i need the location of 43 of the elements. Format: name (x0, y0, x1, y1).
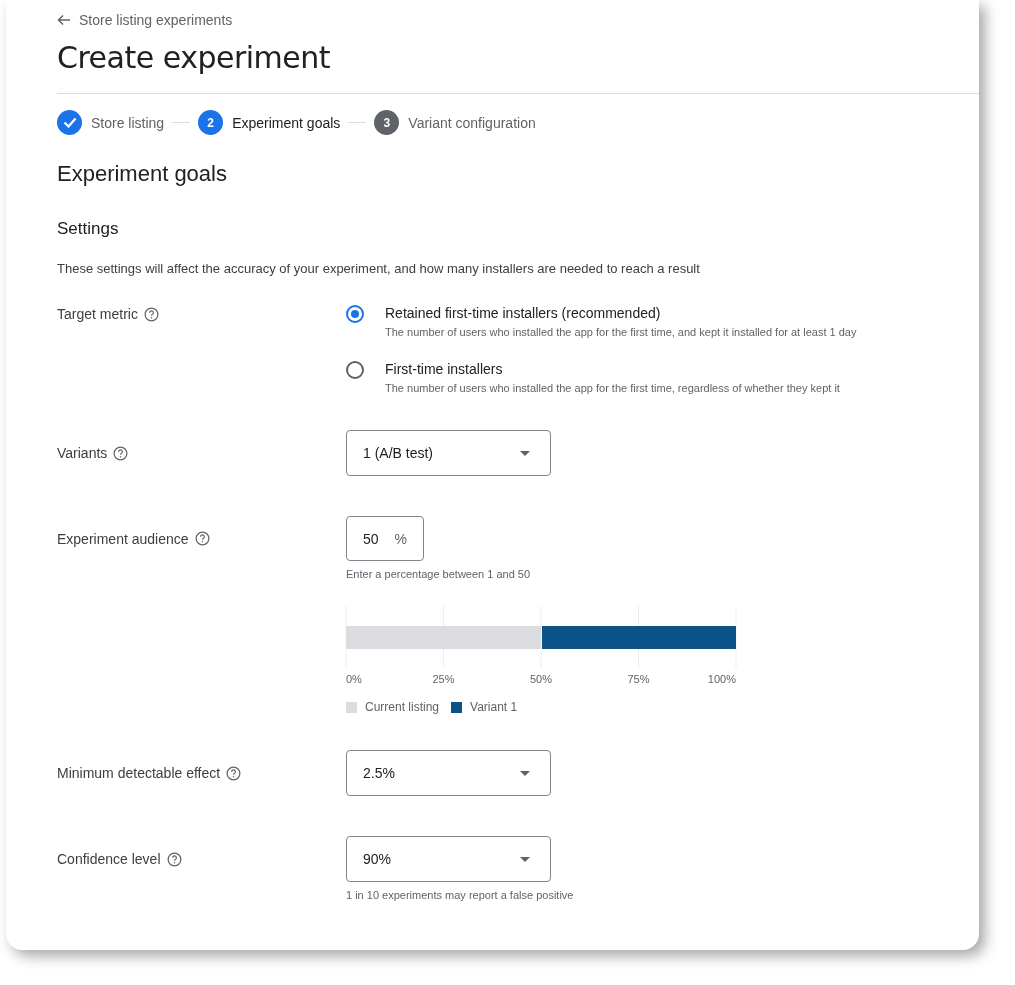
description: These settings will affect the accuracy of your experiment, and how many installers are needed to reach a result (57, 261, 701, 276)
dropdown[interactable]: 2.5% (346, 750, 551, 796)
step-label: Variant configuration (408, 114, 536, 131)
field-label: Target metric (57, 306, 138, 322)
field-label: Minimum detectable effect (57, 765, 221, 781)
section-title: Experiment goals (57, 161, 228, 187)
field-label: Experiment audience (57, 530, 189, 547)
caret-icon (520, 856, 530, 862)
step-number: 2 (198, 110, 224, 135)
step-label: Experiment goals (232, 114, 341, 131)
caret-icon (520, 450, 530, 456)
axis-tick-label: 100% (707, 673, 736, 685)
dropdown[interactable]: 1 (A/B test) (346, 430, 551, 476)
field-label: Confidence level (57, 851, 161, 867)
back-arrow-icon (57, 14, 71, 26)
helper-text: 1 in 10 experiments may report a false positive (346, 889, 575, 901)
back-link[interactable]: Store listing experiments (57, 12, 233, 28)
axis-tick-label: 75% (627, 673, 650, 685)
help-icon[interactable] (113, 445, 129, 461)
help-icon[interactable] (226, 765, 242, 781)
subsection-title: Settings (57, 219, 120, 239)
legend-label: Current listing (365, 700, 440, 714)
field-label: Variants (57, 445, 108, 461)
dropdown[interactable]: 90% (346, 836, 551, 882)
axis-tick-label: 25% (432, 673, 455, 685)
step-label: Store listing (91, 114, 165, 131)
page-title: Create experiment (57, 40, 332, 75)
axis-tick-label: 0% (346, 673, 362, 685)
axis-tick-label: 50% (530, 673, 552, 685)
input-field[interactable]: 50 % (346, 516, 424, 561)
help-icon[interactable] (166, 851, 182, 867)
helper-text: Enter a percentage between 1 and 50 (346, 568, 532, 580)
legend-label: Variant 1 (470, 700, 518, 714)
radio-button[interactable] (346, 305, 364, 323)
option-label: First-time installers (385, 361, 503, 377)
caret-icon (520, 770, 530, 776)
help-icon[interactable] (194, 531, 210, 546)
option-description: The number of users who installed the app for the first time, regardless of whether they kept it (385, 382, 841, 394)
radio-button[interactable] (346, 361, 364, 379)
option-label: Retained first-time installers (recommended) (385, 305, 661, 321)
help-icon[interactable] (143, 306, 159, 322)
option-description: The number of users who installed the app for the first time, and kept it installed for at least 1 day (385, 326, 858, 338)
step-number: 3 (374, 110, 400, 135)
